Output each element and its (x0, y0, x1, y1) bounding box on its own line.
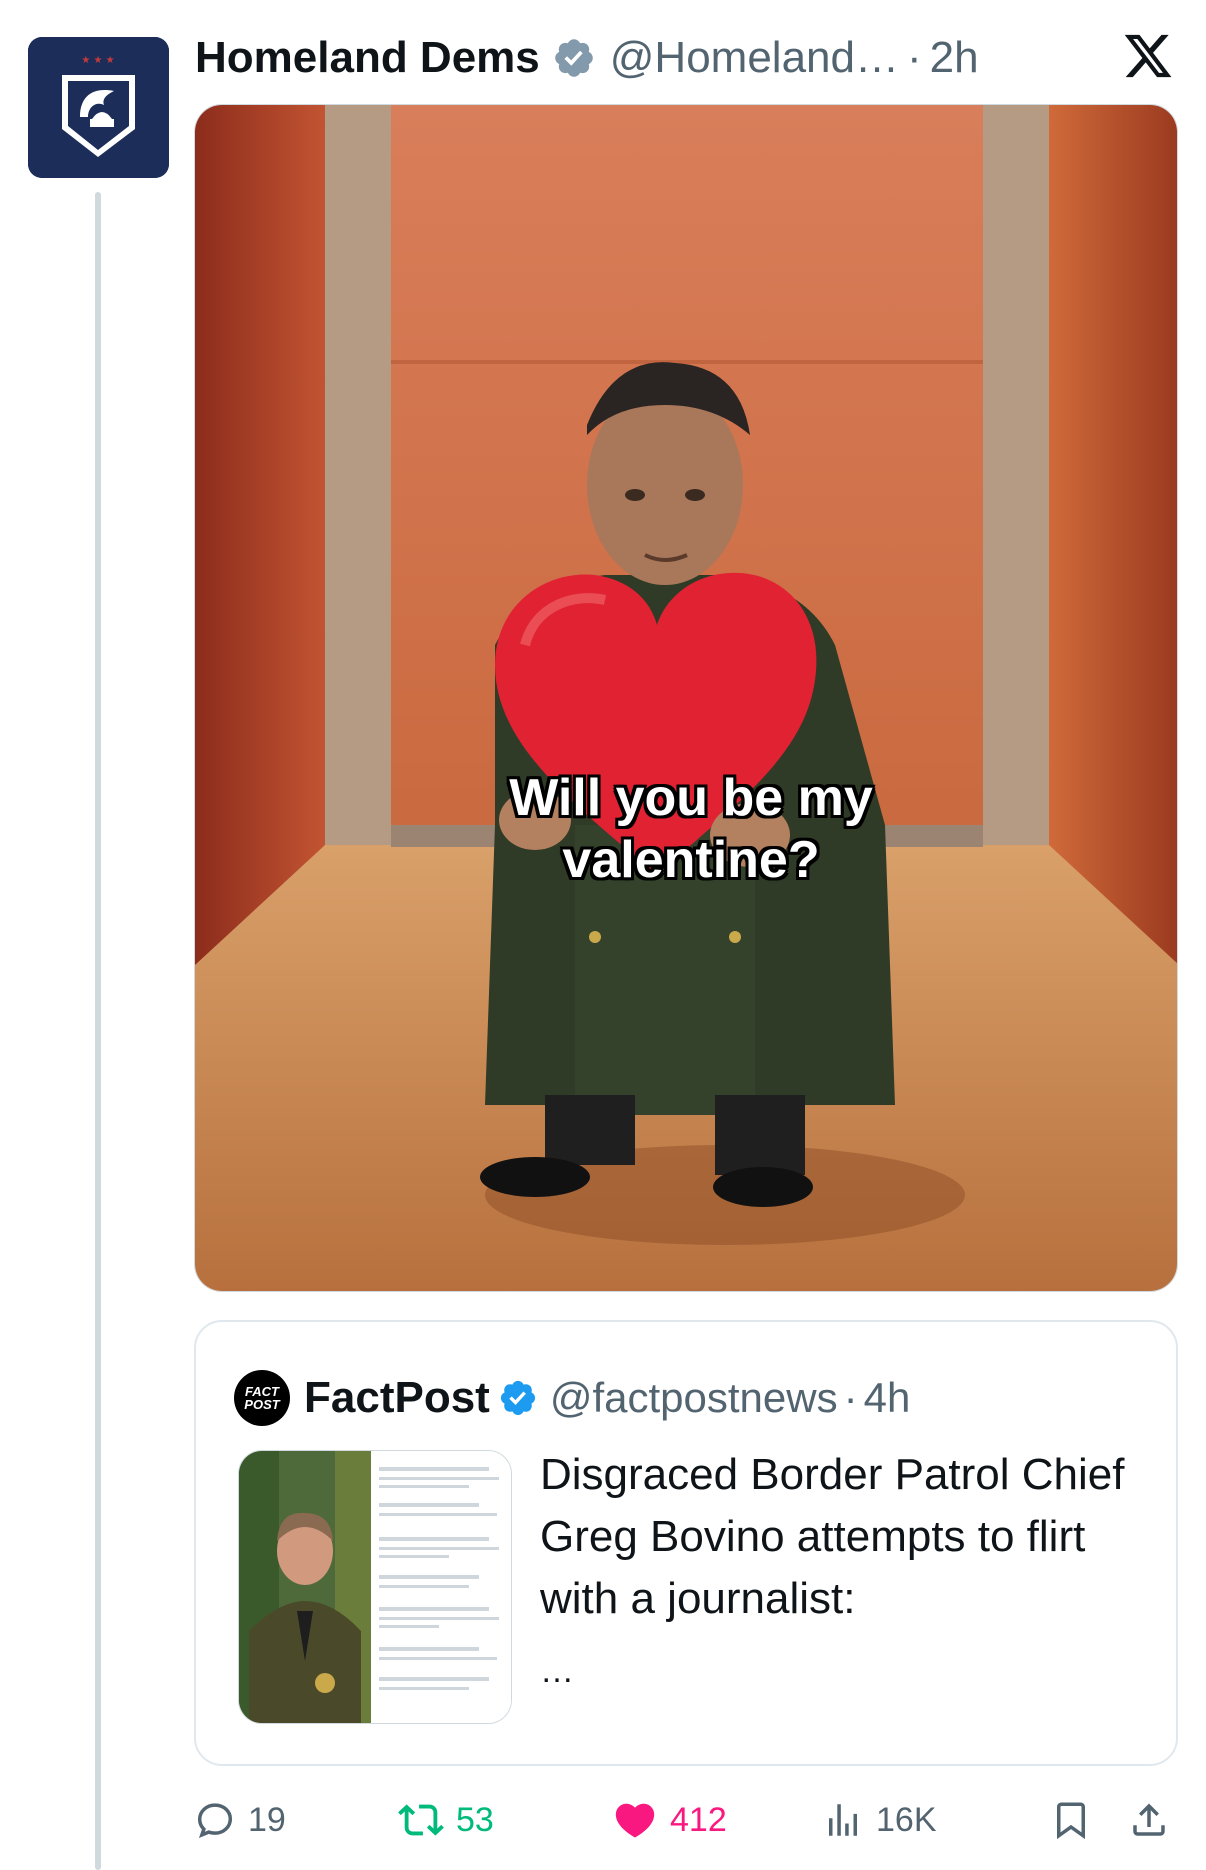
quoted-thumbnail[interactable] (238, 1450, 512, 1724)
quoted-more-indicator: … (540, 1652, 576, 1690)
thread-line (95, 192, 101, 1870)
verified-gray-badge-icon (554, 39, 593, 77)
timestamp[interactable]: 2h (930, 33, 979, 83)
tweet-media-image[interactable]: Will you be my valentine? (194, 104, 1178, 1292)
quoted-thumbnail-image-icon (239, 1451, 511, 1723)
quoted-handle[interactable]: @factpostnews (550, 1374, 838, 1422)
reply-icon (197, 1803, 233, 1838)
repost-button[interactable]: 53 (398, 1790, 494, 1850)
reply-button[interactable]: 19 (194, 1790, 286, 1850)
quoted-display-name[interactable]: FactPost (304, 1373, 490, 1423)
x-logo-icon[interactable] (1122, 30, 1174, 82)
eagle-shield-logo-icon: ★ ★ ★ (28, 37, 169, 178)
bookmark-button[interactable] (1050, 1790, 1092, 1850)
author-avatar[interactable]: ★ ★ ★ (28, 37, 169, 178)
svg-text:★ ★ ★: ★ ★ ★ (81, 55, 114, 66)
share-icon (1133, 1803, 1165, 1836)
quoted-timestamp[interactable]: 4h (864, 1374, 911, 1422)
quoted-separator-dot: · (843, 1374, 858, 1421)
quoted-header: FACT POST FactPost @factpostnews · 4h (234, 1370, 910, 1426)
meme-caption: Will you be my valentine? (195, 767, 1177, 891)
author-handle[interactable]: @Homeland… (610, 33, 899, 83)
views-button[interactable]: 16K (822, 1790, 937, 1850)
repost-icon (398, 1804, 444, 1836)
view-count: 16K (876, 1800, 937, 1839)
share-button[interactable] (1128, 1790, 1170, 1850)
like-count: 412 (670, 1800, 727, 1839)
factpost-logo-icon[interactable]: FACT POST (234, 1370, 290, 1426)
author-display-name[interactable]: Homeland Dems (195, 33, 540, 83)
meme-image-icon (195, 105, 1177, 1291)
tweet-header: Homeland Dems @Homeland… · 2h (195, 28, 1195, 88)
views-icon (829, 1804, 857, 1836)
heart-icon (615, 1803, 655, 1838)
reply-count: 19 (248, 1800, 286, 1839)
bookmark-icon (1057, 1802, 1085, 1840)
quoted-tweet[interactable]: FACT POST FactPost @factpostnews · 4h Di… (194, 1320, 1178, 1766)
verified-blue-badge-icon (500, 1380, 535, 1416)
meme-caption-text: Will you be my valentine? (509, 769, 873, 889)
action-bar: 19 53 412 16K (194, 1790, 1184, 1850)
quoted-tweet-text: Disgraced Border Patrol Chief Greg Bovin… (540, 1450, 1125, 1623)
factpost-logo-text-2: POST (244, 1397, 280, 1412)
like-button[interactable]: 412 (612, 1790, 727, 1850)
repost-count: 53 (456, 1800, 494, 1839)
separator-dot: · (907, 33, 922, 82)
